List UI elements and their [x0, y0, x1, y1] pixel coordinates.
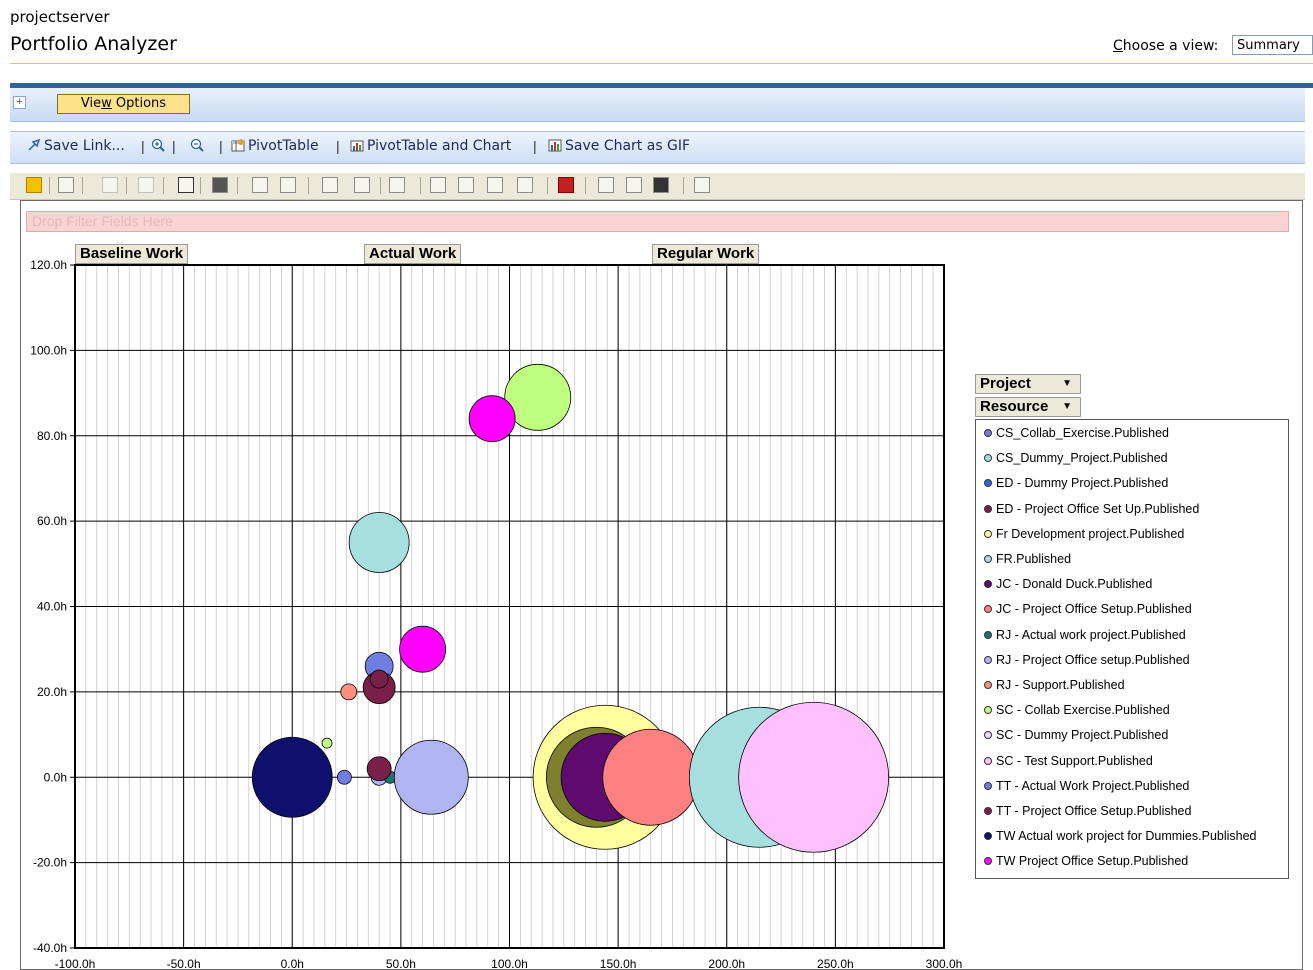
legend-marker-icon: [984, 630, 992, 639]
legend-item: TW Project Office Setup.Published: [984, 854, 1188, 868]
legend-label: FR.Published: [996, 552, 1072, 566]
legend-label: TW Actual work project for Dummies.Publi…: [996, 829, 1257, 844]
x-tick-label: 0.0h: [281, 957, 304, 970]
legend-item: Fr Development project.Published: [984, 527, 1184, 541]
legend-marker-icon: [984, 655, 992, 664]
legend-item: RJ - Project Office setup.Published: [984, 653, 1190, 667]
x-tick-label: 250.0h: [817, 957, 854, 970]
legend-label: ED - Dummy Project.Published: [996, 476, 1169, 491]
y-tick-label: -20.0h: [33, 856, 67, 870]
data-bubble: [468, 395, 516, 443]
legend-label: ED - Project Office Set Up.Published: [996, 501, 1200, 516]
x-tick-label: 200.0h: [708, 957, 745, 970]
legend-label: SC - Collab Exercise.Published: [996, 703, 1170, 718]
y-tick-label: -40.0h: [33, 941, 67, 955]
data-bubble: [393, 739, 469, 815]
legend-marker-icon: [984, 580, 992, 589]
legend-marker-icon: [984, 731, 992, 740]
legend-item: ED - Project Office Set Up.Published: [984, 502, 1199, 516]
dropdown-arrow-icon: ▼: [1062, 401, 1072, 412]
legend-item: SC - Test Support.Published: [984, 754, 1153, 768]
legend-marker-icon: [984, 504, 992, 513]
legend-label: JC - Project Office Setup.Published: [996, 602, 1192, 617]
data-bubble: [251, 736, 333, 818]
legend-item: TW Actual work project for Dummies.Publi…: [984, 829, 1257, 843]
x-tick-label: -100.0h: [55, 957, 96, 970]
legend-item: JC - Donald Duck.Published: [984, 577, 1152, 591]
y-tick-label: 40.0h: [37, 600, 67, 614]
legend-label: SC - Dummy Project.Published: [996, 728, 1169, 743]
legend-item: FR.Published: [984, 552, 1071, 566]
chart-legend: CS_Collab_Exercise.Published CS_Dummy_Pro…: [975, 419, 1289, 879]
legend-item: RJ - Actual work project.Published: [984, 628, 1186, 642]
legend-item: JC - Project Office Setup.Published: [984, 602, 1192, 616]
data-bubble: [321, 737, 333, 749]
x-tick-label: 50.0h: [386, 957, 416, 970]
legend-marker-icon: [984, 479, 992, 488]
y-tick-label: 80.0h: [37, 429, 67, 443]
y-tick-label: 100.0h: [30, 343, 67, 357]
y-tick-label: 0.0h: [44, 770, 67, 784]
legend-label: RJ - Project Office setup.Published: [996, 652, 1190, 667]
legend-item: TT - Actual Work Project.Published: [984, 779, 1189, 793]
legend-item: CS_Dummy_Project.Published: [984, 451, 1168, 465]
legend-label: JC - Donald Duck.Published: [996, 577, 1153, 592]
legend-marker-icon: [984, 857, 992, 866]
legend-label: SC - Test Support.Published: [996, 753, 1153, 768]
data-bubble: [369, 669, 389, 689]
x-tick-label: 100.0h: [491, 957, 528, 970]
data-bubble: [336, 769, 352, 785]
resource-field-label: Resource: [980, 398, 1049, 415]
legend-marker-icon: [984, 781, 992, 790]
y-tick-label: 120.0h: [30, 258, 67, 272]
legend-label: CS_Dummy_Project.Published: [996, 451, 1168, 466]
project-field[interactable]: Project ▼: [975, 374, 1081, 394]
legend-marker-icon: [984, 429, 992, 437]
data-bubble: [602, 728, 700, 826]
data-bubble: [340, 683, 358, 701]
legend-label: CS_Collab_Exercise.Published: [996, 426, 1170, 440]
data-bubble: [738, 701, 890, 853]
legend-item: SC - Collab Exercise.Published: [984, 703, 1170, 717]
legend-marker-icon: [984, 807, 992, 815]
y-tick-label: 20.0h: [37, 685, 67, 699]
legend-marker-icon: [984, 605, 992, 614]
legend-marker-icon: [984, 529, 992, 538]
legend-marker-icon: [984, 756, 992, 765]
legend-label: RJ - Actual work project.Published: [996, 627, 1186, 642]
legend-item: TT - Project Office Setup.Published: [984, 804, 1191, 818]
legend-label: TW Project Office Setup.Published: [996, 854, 1189, 869]
resource-field[interactable]: Resource ▼: [975, 397, 1081, 417]
x-tick-label: -50.0h: [167, 957, 201, 970]
legend-item: SC - Dummy Project.Published: [984, 728, 1168, 742]
y-tick-label: 60.0h: [37, 514, 67, 528]
project-field-label: Project: [980, 375, 1031, 392]
data-bubble: [399, 625, 447, 673]
legend-marker-icon: [984, 706, 992, 715]
legend-marker-icon: [984, 681, 992, 689]
legend-label: Fr Development project.Published: [996, 526, 1185, 541]
legend-marker-icon: [984, 454, 992, 463]
data-bubble: [366, 756, 392, 782]
legend-marker-icon: [984, 555, 992, 563]
legend-item: ED - Dummy Project.Published: [984, 476, 1168, 490]
data-bubble: [348, 512, 410, 573]
legend-marker-icon: [984, 832, 992, 841]
dropdown-arrow-icon: ▼: [1062, 378, 1072, 389]
legend-label: TT - Actual Work Project.Published: [996, 778, 1190, 793]
legend-item: RJ - Support.Published: [984, 678, 1125, 692]
legend-item: CS_Collab_Exercise.Published: [984, 426, 1169, 440]
legend-label: TT - Project Office Setup.Published: [996, 804, 1192, 818]
x-tick-label: 300.0h: [926, 957, 963, 970]
x-tick-label: 150.0h: [600, 957, 637, 970]
legend-label: RJ - Support.Published: [996, 678, 1125, 692]
